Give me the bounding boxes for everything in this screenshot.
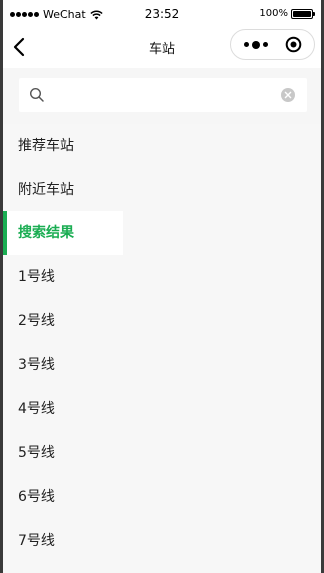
- sidebar-item-label: 5号线: [18, 445, 55, 461]
- sidebar-item-label: 附近车站: [18, 182, 74, 198]
- target-icon: [285, 36, 302, 53]
- sidebar-item-line-2[interactable]: 2号线: [3, 299, 123, 343]
- search-icon: [29, 87, 44, 102]
- sidebar-item-line-6[interactable]: 6号线: [3, 475, 123, 519]
- sidebar-item-line-1[interactable]: 1号线: [3, 255, 123, 299]
- station-category-sidebar: 推荐车站 附近车站 搜索结果 1号线 2号线 3号线 4号线 5号线 6号线 7…: [3, 124, 321, 573]
- search-input[interactable]: [53, 84, 273, 106]
- sidebar-item-nearby[interactable]: 附近车站: [3, 168, 123, 212]
- sidebar-item-line-4[interactable]: 4号线: [3, 387, 123, 431]
- battery-fill: [293, 10, 311, 17]
- nav-bar: 车站: [3, 26, 321, 68]
- close-button[interactable]: [285, 36, 302, 53]
- status-right: 100%: [259, 8, 315, 19]
- more-button[interactable]: [239, 30, 273, 59]
- sidebar-item-search-results[interactable]: 搜索结果: [3, 211, 123, 255]
- sidebar-item-label: 7号线: [18, 533, 55, 549]
- active-indicator: [3, 211, 7, 255]
- clear-circle-icon[interactable]: [281, 88, 295, 102]
- phone-screen: WeChat 23:52 100% 车站 推荐车站 附近车站 搜索结果 1号线 …: [3, 0, 321, 573]
- sidebar-item-line-7[interactable]: 7号线: [3, 519, 123, 563]
- sidebar-item-label: 推荐车站: [18, 138, 74, 154]
- sidebar-item-recommended[interactable]: 推荐车站: [3, 124, 123, 168]
- search-box: [19, 78, 307, 112]
- sidebar-item-label: 2号线: [18, 313, 55, 329]
- sidebar-item-label: 6号线: [18, 489, 55, 505]
- sidebar-item-label: 3号线: [18, 357, 55, 373]
- mini-program-capsule: [230, 29, 315, 60]
- battery-percent: 100%: [259, 8, 288, 19]
- more-dots-icon: [244, 42, 249, 47]
- sidebar-item-label: 4号线: [18, 401, 55, 417]
- sidebar-item-line-5[interactable]: 5号线: [3, 431, 123, 475]
- more-dots-icon-right: [263, 42, 268, 47]
- sidebar-item-line-3[interactable]: 3号线: [3, 343, 123, 387]
- battery-icon: [291, 8, 315, 19]
- sidebar-item-label: 搜索结果: [18, 225, 74, 241]
- sidebar-item-label: 1号线: [18, 269, 55, 285]
- search-area: [3, 68, 321, 124]
- more-dots-icon-center: [252, 40, 260, 49]
